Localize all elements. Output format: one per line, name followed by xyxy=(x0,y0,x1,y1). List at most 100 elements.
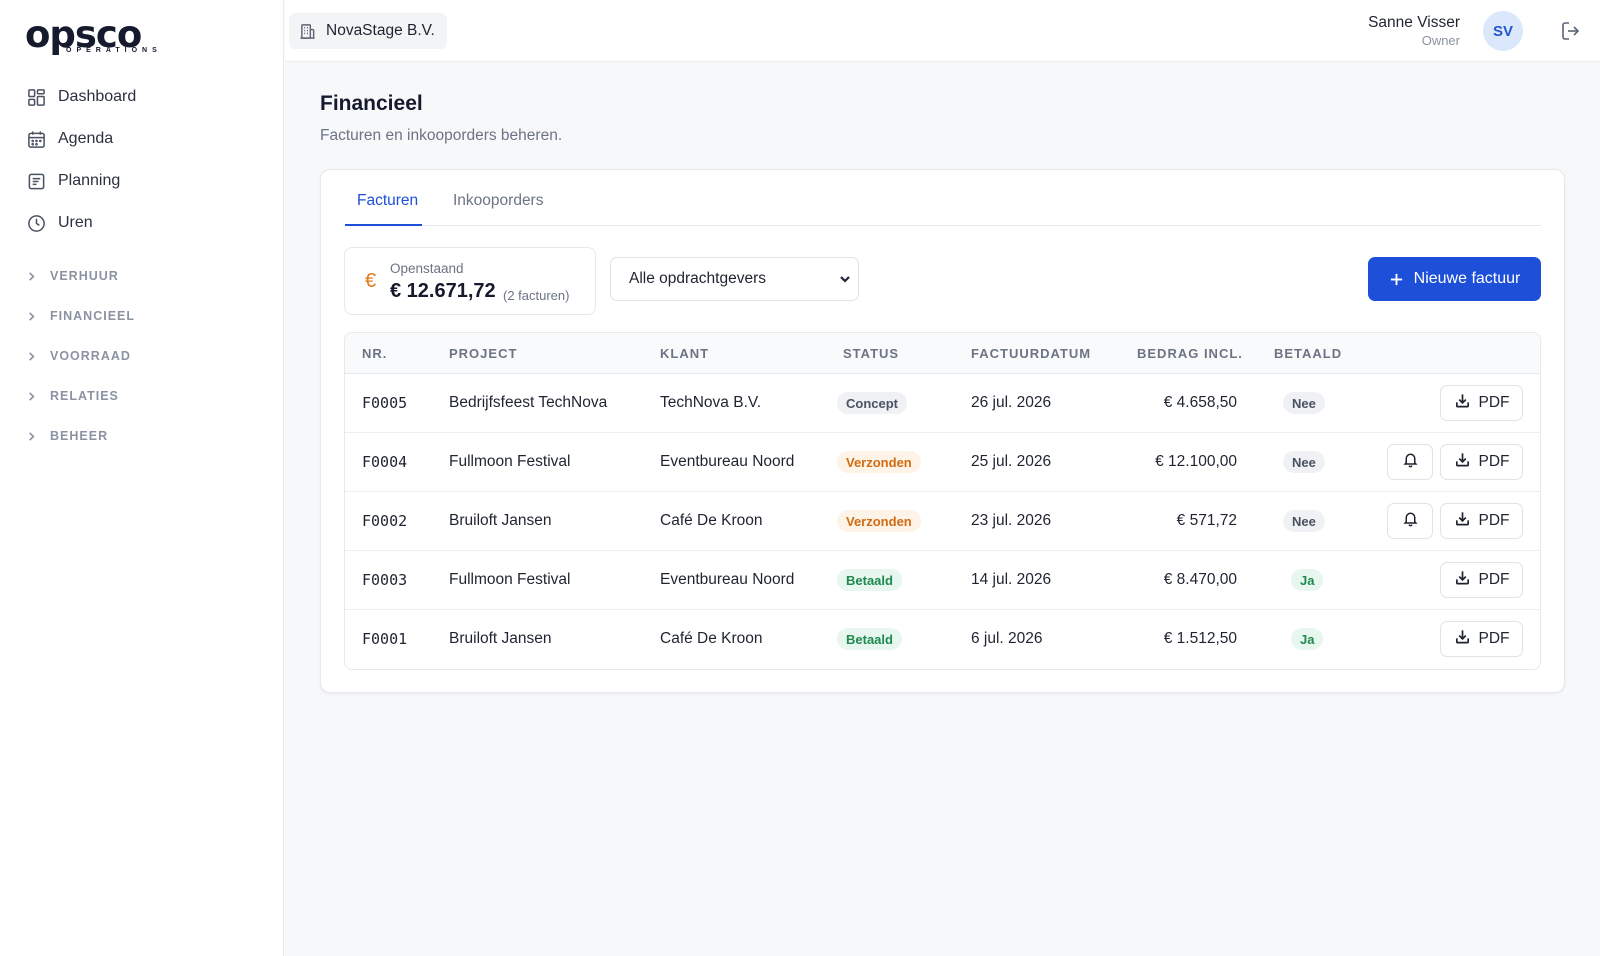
logo-subtitle: OPERATIONS xyxy=(66,47,162,54)
calendar-icon xyxy=(26,129,46,149)
invoice-project: Bruiloft Jansen xyxy=(449,512,552,529)
dashboard-icon xyxy=(26,87,46,107)
invoice-client: TechNova B.V. xyxy=(660,394,762,411)
column-header-klant[interactable]: KLANT xyxy=(660,346,709,361)
invoice-amount: € 1.512,50 xyxy=(1163,630,1237,647)
pdf-label: PDF xyxy=(1478,394,1510,411)
paid-badge: Nee xyxy=(1283,510,1325,532)
table-row[interactable]: F0004 Fullmoon Festival Eventbureau Noord V… xyxy=(345,433,1540,492)
table-row[interactable]: F0005 Bedrijfsfeest TechNova TechNova B.V.… xyxy=(345,374,1540,433)
invoice-client: Café De Kroon xyxy=(660,512,763,529)
organization-name: NovaStage B.V. xyxy=(326,22,435,39)
invoice-amount: € 12.100,00 xyxy=(1155,453,1237,470)
paid-badge: Nee xyxy=(1283,451,1325,473)
invoice-amount: € 8.470,00 xyxy=(1163,571,1237,588)
invoice-project: Bedrijfsfeest TechNova xyxy=(449,394,608,411)
invoice-number: F0002 xyxy=(362,512,408,530)
tab-inkooporders[interactable]: Inkooporders xyxy=(453,192,543,224)
tab-facturen[interactable]: Facturen xyxy=(345,192,423,226)
status-badge: Verzonden xyxy=(837,451,921,473)
invoice-amount: € 4.658,50 xyxy=(1163,394,1237,411)
user-role: Owner xyxy=(1421,33,1460,48)
invoice-number: F0004 xyxy=(362,453,408,471)
topbar: NovaStage B.V. Sanne Visser Owner SV xyxy=(285,0,1600,62)
opsco-logo[interactable]: opsco OPERATIONS xyxy=(25,16,170,58)
planning-icon xyxy=(26,171,46,191)
sidebar-item-agenda[interactable]: Agenda xyxy=(14,118,270,160)
table-row[interactable]: F0003 Fullmoon Festival Eventbureau Noord B… xyxy=(345,551,1540,610)
download-icon xyxy=(1454,569,1479,591)
avatar[interactable]: SV xyxy=(1483,11,1523,51)
clock-icon xyxy=(26,213,46,233)
summary-label: Openstaand xyxy=(390,261,464,276)
client-filter-select[interactable]: Alle opdrachtgevers xyxy=(610,257,859,301)
invoices-card: Facturen Inkooporders € Openstaand € 12.… xyxy=(320,169,1565,693)
nav-group-beheer[interactable]: BEHEER xyxy=(14,416,270,456)
nav-group-relaties[interactable]: RELATIES xyxy=(14,376,270,416)
download-icon xyxy=(1454,628,1479,650)
bell-icon xyxy=(1402,510,1419,532)
table-header: NR. PROJECT KLANT STATUS FACTUURDATUM BE… xyxy=(345,333,1540,374)
nav-group-label: FINANCIEEL xyxy=(50,309,135,323)
column-header-status[interactable]: STATUS xyxy=(843,346,899,361)
download-pdf-button[interactable]: PDF xyxy=(1440,444,1523,480)
column-header-betaald[interactable]: BETAALD xyxy=(1274,346,1342,361)
column-header-nr[interactable]: NR. xyxy=(362,346,387,361)
chevron-right-icon xyxy=(26,391,42,402)
new-invoice-button[interactable]: Nieuwe factuur xyxy=(1368,257,1541,301)
status-badge: Concept xyxy=(837,392,907,414)
page-title: Financieel xyxy=(320,92,423,115)
sidebar-item-uren[interactable]: Uren xyxy=(14,202,270,244)
status-badge: Verzonden xyxy=(837,510,921,532)
sidebar-item-dashboard[interactable]: Dashboard xyxy=(14,76,270,118)
client-filter-value: Alle opdrachtgevers xyxy=(629,270,766,287)
nav-group-label: BEHEER xyxy=(50,429,109,443)
nav-group-voorraad[interactable]: VOORRAAD xyxy=(14,336,270,376)
chevron-right-icon xyxy=(26,271,42,282)
invoice-project: Fullmoon Festival xyxy=(449,571,571,588)
sidebar-item-label: Uren xyxy=(58,214,93,231)
table-row[interactable]: F0001 Bruiloft Jansen Café De Kroon Betaald… xyxy=(345,610,1540,669)
download-pdf-button[interactable]: PDF xyxy=(1440,503,1523,539)
download-pdf-button[interactable]: PDF xyxy=(1440,621,1523,657)
invoice-date: 25 jul. 2026 xyxy=(971,453,1052,470)
invoice-date: 23 jul. 2026 xyxy=(971,512,1052,529)
plus-icon xyxy=(1390,273,1402,285)
table-row[interactable]: F0002 Bruiloft Jansen Café De Kroon Verzond… xyxy=(345,492,1540,551)
download-pdf-button[interactable]: PDF xyxy=(1440,562,1523,598)
invoices-table: NR. PROJECT KLANT STATUS FACTUURDATUM BE… xyxy=(344,332,1541,670)
logout-button[interactable] xyxy=(1560,20,1582,42)
nav-group-label: VERHUUR xyxy=(50,269,119,283)
send-reminder-button[interactable] xyxy=(1387,503,1433,539)
bell-icon xyxy=(1402,451,1419,473)
nav-group-financieel[interactable]: FINANCIEEL xyxy=(14,296,270,336)
download-icon xyxy=(1454,392,1479,414)
main-nav: Dashboard Agenda Planning Uren xyxy=(14,76,270,244)
pdf-label: PDF xyxy=(1478,630,1510,647)
pdf-label: PDF xyxy=(1478,571,1510,588)
user-info: Sanne Visser Owner xyxy=(1368,13,1460,49)
outstanding-summary: € Openstaand € 12.671,72 (2 facturen) xyxy=(344,247,596,315)
column-header-bedrag[interactable]: BEDRAG INCL. xyxy=(1137,346,1243,361)
invoice-number: F0003 xyxy=(362,571,408,589)
nav-group-verhuur[interactable]: VERHUUR xyxy=(14,256,270,296)
column-header-project[interactable]: PROJECT xyxy=(449,346,517,361)
paid-badge: Nee xyxy=(1283,392,1325,414)
nav-group-label: VOORRAAD xyxy=(50,349,131,363)
tab-bar: Facturen Inkooporders xyxy=(345,170,1541,226)
sidebar-item-planning[interactable]: Planning xyxy=(14,160,270,202)
pdf-label: PDF xyxy=(1478,453,1510,470)
organization-switcher[interactable]: NovaStage B.V. xyxy=(289,13,447,49)
column-header-factuurdatum[interactable]: FACTUURDATUM xyxy=(971,346,1091,361)
status-badge: Betaald xyxy=(837,628,902,650)
download-pdf-button[interactable]: PDF xyxy=(1440,385,1523,421)
logout-icon xyxy=(1562,22,1580,40)
building-icon xyxy=(300,23,315,39)
paid-badge: Ja xyxy=(1291,628,1324,650)
sidebar-item-label: Dashboard xyxy=(58,88,137,105)
send-reminder-button[interactable] xyxy=(1387,444,1433,480)
pdf-label: PDF xyxy=(1478,512,1510,529)
status-badge: Betaald xyxy=(837,569,902,591)
invoice-client: Café De Kroon xyxy=(660,630,763,647)
paid-badge: Ja xyxy=(1291,569,1324,591)
